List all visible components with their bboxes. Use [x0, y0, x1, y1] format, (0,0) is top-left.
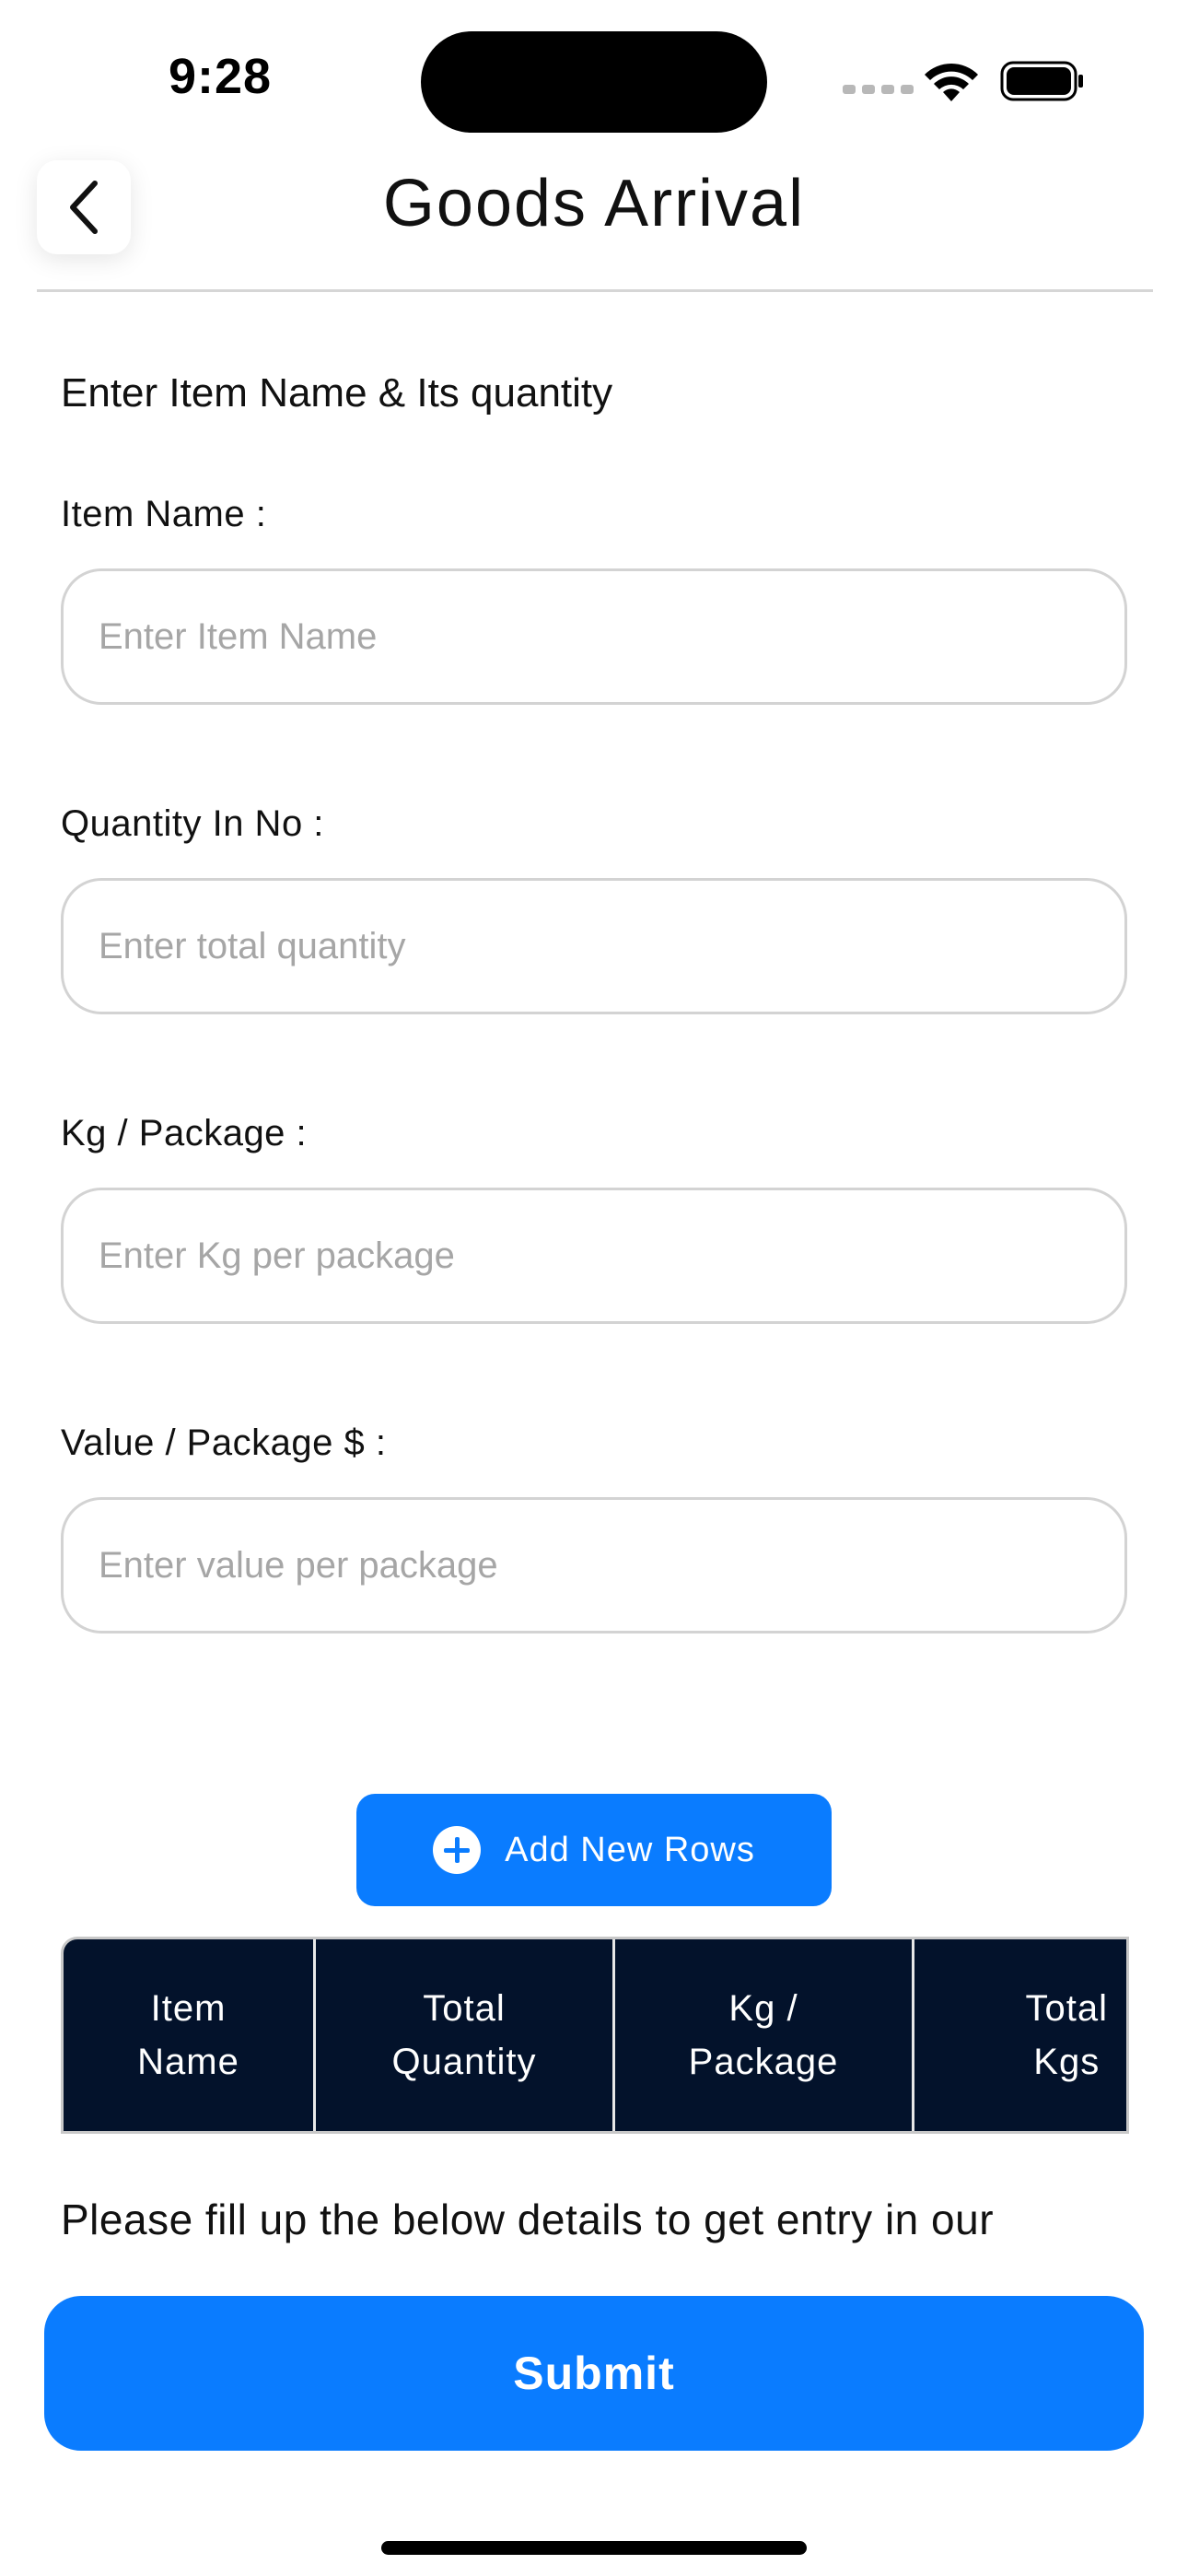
- cellular-signal-icon: [843, 85, 914, 94]
- column-header-total-quantity: Total Quantity: [316, 1939, 615, 2131]
- item-name-label: Item Name :: [61, 494, 267, 534]
- column-header-kg-per-package: Kg / Package: [615, 1939, 914, 2131]
- value-per-package-label: Value / Package $ :: [61, 1423, 387, 1463]
- plus-circle-icon: [433, 1826, 482, 1874]
- column-header-item-name: Item Name: [64, 1939, 316, 2131]
- value-per-package-input[interactable]: [61, 1497, 1127, 1633]
- item-name-input[interactable]: [61, 568, 1127, 705]
- home-indicator: [381, 2541, 807, 2555]
- add-new-rows-button[interactable]: Add New Rows: [356, 1794, 832, 1906]
- dynamic-island: [421, 31, 767, 133]
- battery-icon: [1000, 61, 1083, 101]
- status-time: 9:28: [169, 49, 273, 104]
- submit-button[interactable]: Submit: [44, 2296, 1144, 2451]
- goods-arrival-screen: 9:28 Goods Arrival Enter Item Name & Its…: [0, 0, 1188, 2576]
- quantity-input[interactable]: [61, 878, 1127, 1014]
- column-header-total-kgs: Total Kgs: [1025, 1988, 1108, 2082]
- add-new-rows-label: Add New Rows: [505, 1830, 755, 1869]
- kg-per-package-input[interactable]: [61, 1188, 1127, 1324]
- info-text: Please fill up the below details to get …: [61, 2195, 995, 2263]
- header-divider: [37, 289, 1153, 292]
- items-table: Item Name Total Quantity Kg / Package To…: [61, 1937, 1129, 2134]
- table-header-row: Item Name Total Quantity Kg / Package To…: [64, 1939, 1126, 2131]
- quantity-label: Quantity In No :: [61, 803, 324, 844]
- wifi-icon: [925, 63, 978, 101]
- page-title: Goods Arrival: [382, 167, 806, 240]
- form-heading: Enter Item Name & Its quantity: [61, 370, 613, 416]
- kg-per-package-label: Kg / Package :: [61, 1113, 308, 1153]
